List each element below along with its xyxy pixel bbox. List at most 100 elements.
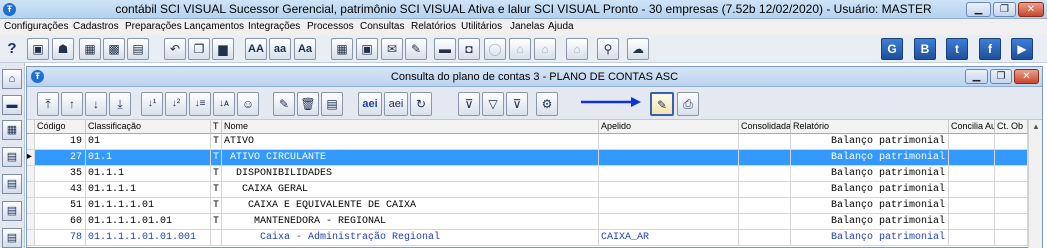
move-top-icon[interactable]: ⤒ [37, 92, 59, 116]
document-icon[interactable]: ▣ [27, 38, 49, 60]
move-bottom-icon[interactable]: ⤓ [109, 92, 131, 116]
cell-relatorio: Balanço patrimonial [791, 198, 949, 213]
menu-consultas[interactable]: Consultas [360, 19, 404, 35]
report-list-icon[interactable]: ▤ [2, 201, 22, 221]
chart-icon[interactable]: ▤ [127, 38, 149, 60]
column-header-apelido[interactable]: Apelido [599, 120, 739, 134]
menu-ajuda[interactable]: Ajuda [548, 19, 574, 35]
g-logo-icon[interactable]: G [881, 38, 903, 60]
report-export-icon[interactable]: ▤ [2, 228, 22, 248]
child-toolbar: ⤒ ↑ ↓ ⤓ ↓¹ ↓² ↓≡ ↓ᴀ ☺ ✎ 🗑 ▤ aei aei ↻ ⊽ … [27, 87, 1042, 120]
menu-lancamentos[interactable]: Lançamentos [184, 19, 244, 35]
table-row[interactable]: 60 01.1.1.1.01.01 T MANTENEDORA - REGIONAL… [27, 214, 1028, 230]
edit-form-icon[interactable]: ✎ [650, 92, 674, 116]
menu-configuracoes[interactable]: Configurações [4, 19, 68, 35]
table-row-selected[interactable]: ▸ 27 01.1 T ATIVO CIRCULANTE Balanço patrimo… [27, 150, 1028, 166]
table-row[interactable]: 51 01.1.1.1.01 T CAIXA E EQUIVALENTE DE CA… [27, 198, 1028, 214]
edit-icon[interactable]: ✎ [273, 92, 295, 116]
sort-desc-icon[interactable]: ↓² [165, 92, 187, 116]
window-icon[interactable]: ◘ [458, 38, 480, 60]
cell-codigo: 60 [35, 214, 86, 229]
menu-utilitarios[interactable]: Utilitários [461, 19, 502, 35]
menu-preparacoes[interactable]: Preparações [125, 19, 182, 35]
filter-clear-icon[interactable]: ⊽ [506, 92, 528, 116]
aei-bold-button[interactable]: aei [358, 92, 382, 116]
move-up-icon[interactable]: ↑ [61, 92, 83, 116]
column-header-t[interactable]: T [211, 120, 222, 134]
mail-icon[interactable]: ✉ [381, 38, 403, 60]
calendar-grid-icon[interactable]: ▩ [103, 38, 125, 60]
help-icon[interactable]: ? [2, 38, 22, 60]
table-row[interactable]: 78 01.1.1.1.01.01.001 Caixa - Administraç… [27, 230, 1028, 246]
smiley-icon[interactable]: ☺ [237, 92, 259, 116]
font-lower-button[interactable]: aa [269, 38, 291, 60]
table-row[interactable]: 43 01.1.1.1 T CAIXA GERAL Balanço patrimoni… [27, 182, 1028, 198]
font-mixed-button[interactable]: Aa [294, 38, 316, 60]
sort-az-icon[interactable]: ↓ᴀ [213, 92, 235, 116]
cloud-icon[interactable]: ☁ [627, 38, 649, 60]
table-icon[interactable]: ▦ [331, 38, 353, 60]
scroll-up-icon[interactable]: ▲ [1030, 121, 1042, 133]
settings-icon[interactable]: ⚙ [536, 92, 558, 116]
folder-icon[interactable]: ▬ [434, 38, 456, 60]
refresh-icon[interactable]: ↻ [410, 92, 432, 116]
menu-relatorios[interactable]: Relatórios [411, 19, 456, 35]
cell-concilia-aut [949, 150, 995, 165]
users-icon[interactable]: ☗ [52, 38, 74, 60]
home-alt-icon[interactable]: ⌂ [566, 38, 588, 60]
folder-icon[interactable]: ▬ [2, 95, 22, 115]
column-header-concilia-aut[interactable]: Concilia Aut. [949, 120, 995, 134]
maximize-button[interactable]: ❐ [993, 2, 1016, 17]
paste-icon[interactable]: ▆ [212, 38, 234, 60]
youtube-icon[interactable]: ▶ [1011, 38, 1033, 60]
mail-tools-icon[interactable]: ✎ [405, 38, 427, 60]
sort-asc-icon[interactable]: ↓¹ [141, 92, 163, 116]
column-header-nome[interactable]: Nome [222, 120, 599, 134]
cell-ct-ob [995, 198, 1028, 213]
home-icon[interactable]: ⌂ [2, 69, 22, 89]
column-header-relatorio[interactable]: Relatório [791, 120, 949, 134]
column-header-consolidada[interactable]: Consolidada [739, 120, 791, 134]
report-edit-icon[interactable]: ▤ [2, 174, 22, 194]
menu-cadastros[interactable]: Cadastros [73, 19, 119, 35]
child-maximize-button[interactable]: ❐ [990, 69, 1012, 84]
menu-janelas[interactable]: Janelas [510, 19, 544, 35]
report-icon[interactable]: ▤ [2, 147, 22, 167]
twitter-icon[interactable]: t [946, 38, 968, 60]
menu-processos[interactable]: Processos [307, 19, 354, 35]
search-icon[interactable]: ⚲ [597, 38, 619, 60]
undo-icon[interactable]: ↶ [164, 38, 186, 60]
minimize-button[interactable]: ▁ [966, 2, 991, 17]
filter-icon[interactable]: ▽ [482, 92, 504, 116]
home-icon[interactable]: ⌂ [534, 38, 556, 60]
column-header-ct-ob[interactable]: Ct. Ob [995, 120, 1028, 134]
filter-edit-icon[interactable]: ⊽ [458, 92, 480, 116]
print-icon[interactable]: ⎙ [677, 92, 699, 116]
menu-integracoes[interactable]: Integrações [248, 19, 300, 35]
copy-icon[interactable]: ❐ [188, 38, 210, 60]
table-row[interactable]: 19 01 T ATIVO Balanço patrimonial [27, 134, 1028, 150]
calculator-icon[interactable]: ▦ [79, 38, 101, 60]
cell-t: T [211, 198, 222, 213]
column-header-codigo[interactable]: Código [35, 120, 86, 134]
cell-classificacao: 01.1.1.1 [86, 182, 211, 197]
screen-icon[interactable]: ▣ [356, 38, 378, 60]
document-icon[interactable]: ▤ [321, 92, 343, 116]
table-row[interactable]: 35 01.1.1 T DISPONIBILIDADES Balanço patrim… [27, 166, 1028, 182]
facebook-icon[interactable]: f [979, 38, 1001, 60]
main-toolbar: ? ▣ ☗ ▦ ▩ ▤ ↶ ❐ ▆ AA aa Aa ▦ ▣ ✉ ✎ ▬ ◘ ◯… [0, 35, 1047, 63]
sort-list-icon[interactable]: ↓≡ [189, 92, 211, 116]
close-button[interactable]: ✕ [1018, 2, 1044, 17]
font-large-button[interactable]: AA [245, 38, 267, 60]
vertical-scrollbar[interactable]: ▲ [1028, 120, 1042, 248]
move-down-icon[interactable]: ↓ [85, 92, 107, 116]
cell-t [211, 230, 222, 245]
column-header-classificacao[interactable]: Classificação [86, 120, 211, 134]
b-logo-icon[interactable]: B [914, 38, 936, 60]
calculator-icon[interactable]: ▦ [2, 120, 22, 140]
aei-button[interactable]: aei [384, 92, 408, 116]
circle-icon[interactable]: ◯ [484, 38, 506, 60]
child-close-button[interactable]: ✕ [1014, 69, 1039, 84]
delete-icon[interactable]: 🗑 [297, 92, 319, 116]
child-minimize-button[interactable]: ▁ [965, 69, 988, 84]
